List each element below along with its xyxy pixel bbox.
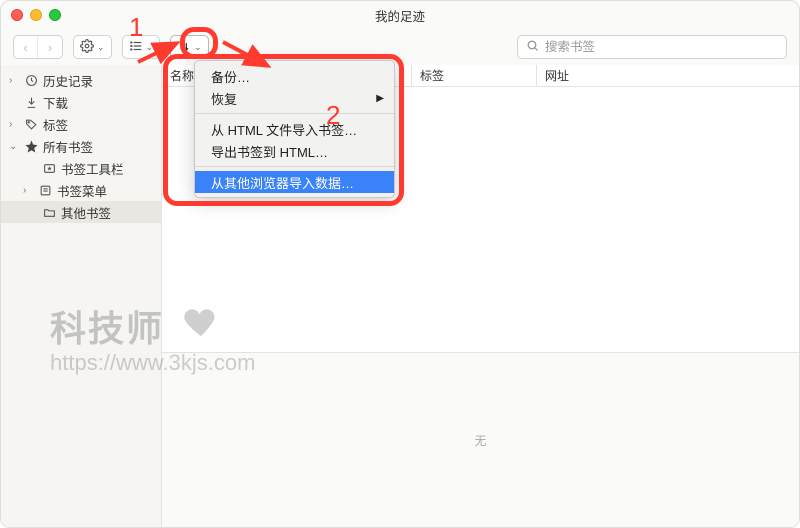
chevron-down-icon: ⌄ xyxy=(97,42,105,53)
disclosure-icon: › xyxy=(9,119,19,130)
organize-button[interactable]: ⌄ xyxy=(73,35,112,59)
bookmark-toolbar-icon xyxy=(41,162,57,175)
menu-separator xyxy=(195,113,394,114)
gear-icon xyxy=(80,39,94,56)
search-input[interactable] xyxy=(545,40,778,54)
menu-item-import-browser[interactable]: 从其他浏览器导入数据… xyxy=(195,171,394,193)
import-export-button[interactable]: ⌄ xyxy=(170,35,209,59)
tag-icon xyxy=(23,118,39,131)
forward-button[interactable]: › xyxy=(38,36,62,58)
back-button[interactable]: ‹ xyxy=(14,36,38,58)
views-button[interactable]: ⌄ xyxy=(122,35,161,59)
menu-separator xyxy=(195,166,394,167)
sidebar-item-bookmarks-menu[interactable]: › 书签菜单 xyxy=(1,179,161,201)
menu-item-backup[interactable]: 备份… xyxy=(195,65,394,87)
disclosure-icon: › xyxy=(23,185,33,196)
minimize-window-button[interactable] xyxy=(30,9,42,21)
maximize-window-button[interactable] xyxy=(49,9,61,21)
sidebar-item-other-bookmarks[interactable]: 其他书签 xyxy=(1,201,161,223)
sidebar-item-history[interactable]: › 历史记录 xyxy=(1,69,161,91)
sidebar-item-label: 标签 xyxy=(43,115,68,134)
menu-item-restore[interactable]: 恢复 ▶ xyxy=(195,87,394,109)
sidebar-item-label: 历史记录 xyxy=(43,71,93,90)
empty-label: 无 xyxy=(474,432,486,449)
star-icon xyxy=(23,140,39,153)
sidebar-item-toolbar-bookmarks[interactable]: 书签工具栏 xyxy=(1,157,161,179)
titlebar: 我的足迹 xyxy=(1,1,799,29)
sidebar-item-downloads[interactable]: 下载 xyxy=(1,91,161,113)
window-title: 我的足迹 xyxy=(375,6,425,25)
search-box[interactable] xyxy=(517,35,787,59)
sidebar-item-tags[interactable]: › 标签 xyxy=(1,113,161,135)
menu-item-import-html[interactable]: 从 HTML 文件导入书签… xyxy=(195,118,394,140)
submenu-arrow-icon: ▶ xyxy=(376,93,384,104)
download-icon xyxy=(23,96,39,109)
sidebar-item-all-bookmarks[interactable]: ⌄ 所有书签 xyxy=(1,135,161,157)
sidebar-item-label: 书签菜单 xyxy=(57,181,107,200)
sidebar-item-label: 下载 xyxy=(43,93,68,112)
sidebar-item-label: 所有书签 xyxy=(43,137,93,156)
sidebar-item-label: 书签工具栏 xyxy=(61,159,124,178)
traffic-lights xyxy=(11,9,61,21)
toolbar: ‹ › ⌄ ⌄ ⌄ xyxy=(1,29,799,65)
sidebar: › 历史记录 下载 › 标签 ⌄ xyxy=(1,65,162,527)
sidebar-item-label: 其他书签 xyxy=(61,203,111,222)
column-header-tag[interactable]: 标签 xyxy=(412,65,537,86)
nav-buttons: ‹ › xyxy=(13,35,63,59)
search-icon xyxy=(526,39,539,55)
disclosure-icon: › xyxy=(9,75,19,86)
sort-arrows-icon xyxy=(177,39,191,56)
chevron-down-icon: ⌄ xyxy=(146,42,154,53)
folder-icon xyxy=(41,206,57,219)
import-export-menu: 备份… 恢复 ▶ 从 HTML 文件导入书签… 导出书签到 HTML… 从其他浏… xyxy=(194,60,395,198)
menu-item-export-html[interactable]: 导出书签到 HTML… xyxy=(195,140,394,162)
chevron-down-icon: ⌄ xyxy=(194,42,202,53)
column-header-url[interactable]: 网址 xyxy=(537,65,799,86)
content: › 历史记录 下载 › 标签 ⌄ xyxy=(1,65,799,527)
bookmarks-menu-icon xyxy=(37,184,53,197)
clock-icon xyxy=(23,74,39,87)
list-icon xyxy=(129,39,143,56)
close-window-button[interactable] xyxy=(11,9,23,21)
disclosure-icon: ⌄ xyxy=(9,141,19,152)
detail-pane: 无 xyxy=(162,352,799,527)
